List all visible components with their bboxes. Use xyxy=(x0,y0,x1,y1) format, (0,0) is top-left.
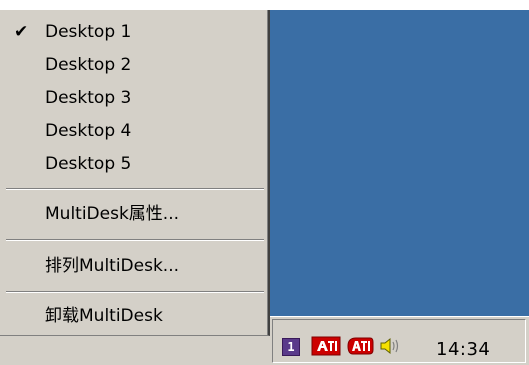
menu-item-desktop-5[interactable]: Desktop 5 xyxy=(0,149,266,179)
menu-item-arrange[interactable]: 排列MultiDesk... xyxy=(0,251,266,281)
menu-item-label: Desktop 5 xyxy=(45,154,132,174)
menu-item-desktop-4[interactable]: Desktop 4 xyxy=(0,116,266,146)
menu-separator xyxy=(6,188,264,190)
ati-icon[interactable] xyxy=(345,336,375,356)
desktop-indicator-icon[interactable]: 1 xyxy=(282,338,300,356)
menu-item-label: Desktop 3 xyxy=(45,88,132,108)
menu-item-label: Desktop 2 xyxy=(45,55,132,75)
menu-item-desktop-3[interactable]: Desktop 3 xyxy=(0,83,266,113)
clock[interactable]: 14:34 xyxy=(436,339,490,360)
top-strip xyxy=(0,0,529,10)
menu-item-label: 卸载MultiDesk xyxy=(45,306,163,326)
screen: { "menu": { "items": [ {"label": "Deskto… xyxy=(0,0,529,365)
menu-separator xyxy=(6,291,264,293)
checkmark-icon: ✔ xyxy=(14,22,29,42)
menu-item-label: MultiDesk属性... xyxy=(45,204,180,224)
menu-item-unload[interactable]: 卸载MultiDesk xyxy=(0,301,266,331)
menu-item-desktop-1[interactable]: ✔ Desktop 1 xyxy=(0,17,266,47)
menu-item-label: Desktop 1 xyxy=(45,22,132,42)
ati-icon[interactable] xyxy=(311,336,341,356)
menu-separator xyxy=(6,239,264,241)
desktop-indicator-number: 1 xyxy=(287,340,295,354)
system-tray: 1 14:34 xyxy=(272,319,526,363)
menu-item-label: 排列MultiDesk... xyxy=(45,256,180,276)
speaker-icon[interactable] xyxy=(379,336,401,356)
menu-item-desktop-2[interactable]: Desktop 2 xyxy=(0,50,266,80)
desktop-background[interactable] xyxy=(270,10,529,316)
menu-item-properties[interactable]: MultiDesk属性... xyxy=(0,199,266,229)
menu-item-label: Desktop 4 xyxy=(45,121,132,141)
multidesk-context-menu: ✔ Desktop 1 Desktop 2 Desktop 3 Desktop … xyxy=(0,10,270,336)
